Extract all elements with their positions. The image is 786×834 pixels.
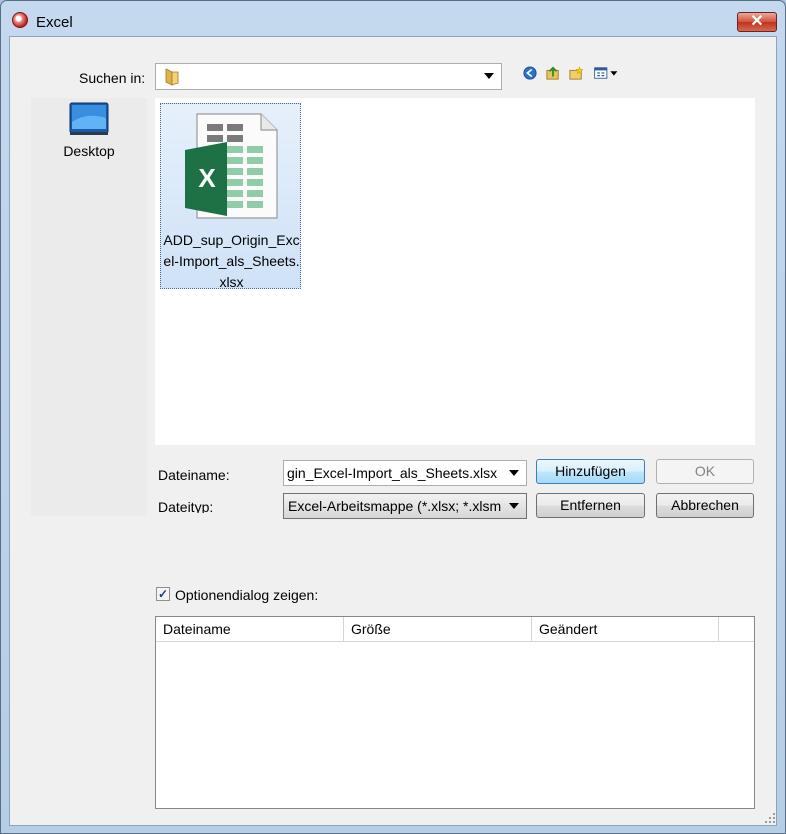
add-button[interactable]: Hinzufügen [536,459,645,484]
filename-label: Dateiname: [158,467,230,483]
filetype-label: Dateityp: [158,499,214,513]
column-header-filename[interactable]: Dateiname [156,617,344,642]
look-in-label: Suchen in: [79,70,146,86]
view-menu-icon[interactable] [592,66,620,80]
app-icon [12,12,28,28]
file-name: ADD_sup_Origin_Exc el-Import_als_Sheets.… [161,230,302,293]
desktop-icon [69,102,109,135]
place-desktop-label: Desktop [63,143,115,159]
place-desktop[interactable]: Desktop [31,102,147,162]
cancel-button[interactable]: Abbrechen [656,493,754,518]
new-folder-icon[interactable] [568,66,584,80]
column-header-modified[interactable]: Geändert [532,617,719,642]
svg-text:X: X [198,163,216,193]
options-checkbox-label: Optionendialog zeigen: [175,587,319,603]
close-button[interactable]: ✕ [737,12,777,32]
selected-files-table[interactable]: Dateiname Größe Geändert [155,616,755,809]
options-checkbox[interactable]: ✓ [156,587,170,601]
file-name-line: xlsx [219,274,244,290]
column-header-filler [719,617,754,642]
folder-icon [165,68,179,86]
file-item-xlsx[interactable]: X ADD_sup_Origin_Exc el-Import_als_Sheet… [160,103,301,290]
file-name-line: ADD_sup_Origin_Exc [163,232,300,248]
filetype-select[interactable]: Excel-Arbeitsmappe (*.xlsx; *.xlsm [283,493,527,519]
window-title: Excel [36,14,73,31]
filename-value: gin_Excel-Import_als_Sheets.xlsx [287,465,498,481]
filetype-value: Excel-Arbeitsmappe (*.xlsx; *.xlsm [288,498,502,514]
ok-button[interactable]: OK [656,459,754,484]
look-in-combo[interactable] [155,63,502,90]
title-bar[interactable]: Excel ✕ [1,1,785,37]
remove-button[interactable]: Entfernen [536,493,645,518]
places-bar: Desktop [31,98,147,516]
back-icon[interactable] [522,66,538,80]
chevron-down-icon [509,503,519,509]
file-name-line: el-Import_als_Sheets. [163,253,300,269]
excel-file-icon: X [185,113,278,219]
resize-grip-icon[interactable] [764,812,776,824]
filename-combo[interactable]: gin_Excel-Import_als_Sheets.xlsx [283,460,527,486]
column-header-size[interactable]: Größe [344,617,532,642]
up-folder-icon[interactable] [545,66,561,80]
chevron-down-icon [484,73,494,79]
chevron-down-icon [509,470,519,476]
